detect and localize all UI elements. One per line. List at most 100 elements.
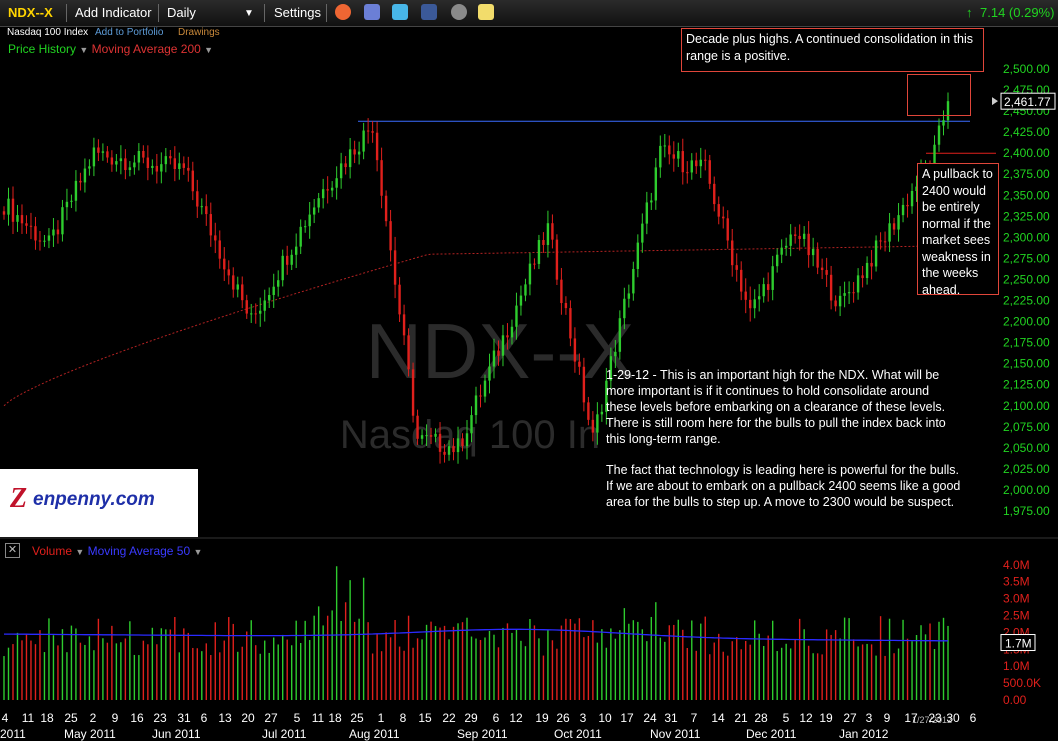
month-label: Jul 2011 bbox=[262, 727, 307, 741]
candle-body bbox=[636, 242, 640, 269]
price-tick-label: 2,275.00 bbox=[1003, 251, 1050, 265]
month-label: Dec 2011 bbox=[746, 727, 797, 741]
candle-body bbox=[43, 240, 46, 242]
candle-body bbox=[272, 286, 275, 296]
candle-body bbox=[668, 145, 671, 155]
candle-body bbox=[119, 158, 123, 162]
candle-body bbox=[758, 296, 761, 300]
date-tick-label: 29 bbox=[464, 711, 478, 725]
candle-body bbox=[596, 414, 599, 433]
candle-body bbox=[672, 154, 675, 159]
price-tick-label: 2,325.00 bbox=[1003, 209, 1050, 223]
candle-body bbox=[766, 284, 770, 290]
ma50-legend[interactable]: Moving Average 50 bbox=[88, 544, 191, 558]
candle-body bbox=[695, 160, 698, 167]
candle-body bbox=[699, 159, 702, 167]
annotation-right-box: A pullback to 2400 would be entirely normal… bbox=[917, 163, 999, 297]
candle-body bbox=[524, 284, 527, 296]
annotation-note-1: 1-29-12 - This is an important high for … bbox=[606, 367, 946, 447]
candle-body bbox=[892, 223, 896, 230]
candle-body bbox=[591, 419, 595, 433]
right-box-line: A pullback to bbox=[922, 167, 993, 181]
candle-body bbox=[142, 150, 145, 158]
date-tick-label: 23 bbox=[928, 711, 942, 725]
candle-body bbox=[137, 150, 141, 163]
date-tick-label: 1 bbox=[378, 711, 385, 725]
candle-body bbox=[425, 435, 428, 437]
candle-body bbox=[910, 190, 914, 207]
candle-body bbox=[277, 280, 280, 287]
candle-body bbox=[443, 451, 446, 455]
price-tick-label: 2,250.00 bbox=[1003, 272, 1050, 286]
candle-body bbox=[888, 223, 891, 242]
note1-line: There is still room here for the bulls t… bbox=[606, 416, 946, 430]
candle-body bbox=[281, 255, 284, 281]
candle-body bbox=[232, 275, 235, 290]
candle-body bbox=[717, 204, 720, 217]
candle-body bbox=[115, 161, 118, 165]
candle-body bbox=[811, 248, 815, 256]
chevron-down-icon[interactable]: ▼ bbox=[75, 547, 84, 557]
date-tick-label: 16 bbox=[130, 711, 144, 725]
candle-body bbox=[618, 318, 622, 352]
candle-body bbox=[434, 433, 437, 437]
date-tick-label: 9 bbox=[884, 711, 891, 725]
candle-body bbox=[7, 198, 10, 215]
candle-body bbox=[223, 258, 226, 270]
candle-body bbox=[528, 263, 532, 285]
candle-body bbox=[861, 275, 864, 279]
price-tick-label: 2,125.00 bbox=[1003, 378, 1050, 392]
candle-body bbox=[259, 310, 262, 314]
candle-body bbox=[52, 229, 55, 236]
date-tick-label: 18 bbox=[40, 711, 54, 725]
date-tick-label: 30 bbox=[946, 711, 960, 725]
candle-body bbox=[384, 195, 388, 222]
collapse-volume-icon[interactable]: ✕ bbox=[5, 543, 20, 558]
last-volume-label: 1.7M bbox=[1005, 637, 1032, 651]
candle-body bbox=[506, 335, 509, 338]
candle-body bbox=[200, 206, 203, 208]
candle-body bbox=[519, 295, 523, 306]
month-label: 2011 bbox=[0, 727, 26, 741]
candle-body bbox=[268, 295, 271, 301]
candle-body bbox=[510, 326, 514, 338]
candle-body bbox=[29, 225, 33, 227]
candle-body bbox=[775, 254, 779, 267]
candle-body bbox=[937, 125, 941, 145]
candle-body bbox=[290, 254, 293, 265]
candle-body bbox=[241, 284, 244, 301]
right-box-line: normal if the bbox=[922, 216, 991, 231]
candle-body bbox=[101, 151, 105, 153]
candle-body bbox=[865, 262, 869, 279]
candle-body bbox=[722, 216, 725, 219]
date-tick-label: 13 bbox=[218, 711, 232, 725]
candle-body bbox=[438, 433, 442, 452]
note1-line: more important is if it continues to hol… bbox=[606, 384, 930, 398]
price-tick-label: 2,050.00 bbox=[1003, 441, 1050, 455]
candle-body bbox=[389, 221, 392, 251]
date-tick-label: 27 bbox=[843, 711, 857, 725]
volume-legend-label[interactable]: Volume bbox=[32, 544, 72, 558]
note1-line: these levels before embarking on a clear… bbox=[606, 400, 946, 414]
chevron-down-icon[interactable]: ▼ bbox=[194, 547, 203, 557]
candle-body bbox=[713, 183, 716, 205]
candle-body bbox=[56, 229, 60, 235]
candle-body bbox=[402, 314, 406, 336]
right-box-line: ahead. bbox=[922, 282, 961, 297]
watermark-name: Nasdaq 100 In bbox=[340, 413, 600, 457]
highlight-box bbox=[907, 74, 971, 116]
date-tick-label: 6 bbox=[493, 711, 500, 725]
right-box-line: 2400 would bbox=[922, 183, 986, 198]
candle-body bbox=[303, 226, 307, 228]
candle-body bbox=[546, 223, 550, 245]
price-tick-label: 2,150.00 bbox=[1003, 357, 1050, 371]
candle-body bbox=[749, 299, 752, 309]
candle-body bbox=[560, 279, 563, 304]
candle-body bbox=[650, 200, 653, 203]
candle-body bbox=[20, 215, 24, 224]
month-label: Aug 2011 bbox=[349, 727, 400, 741]
candle-body bbox=[11, 198, 15, 222]
date-tick-label: 12 bbox=[799, 711, 813, 725]
volume-tick-label: 3.0M bbox=[1003, 592, 1030, 606]
candle-body bbox=[820, 267, 824, 271]
